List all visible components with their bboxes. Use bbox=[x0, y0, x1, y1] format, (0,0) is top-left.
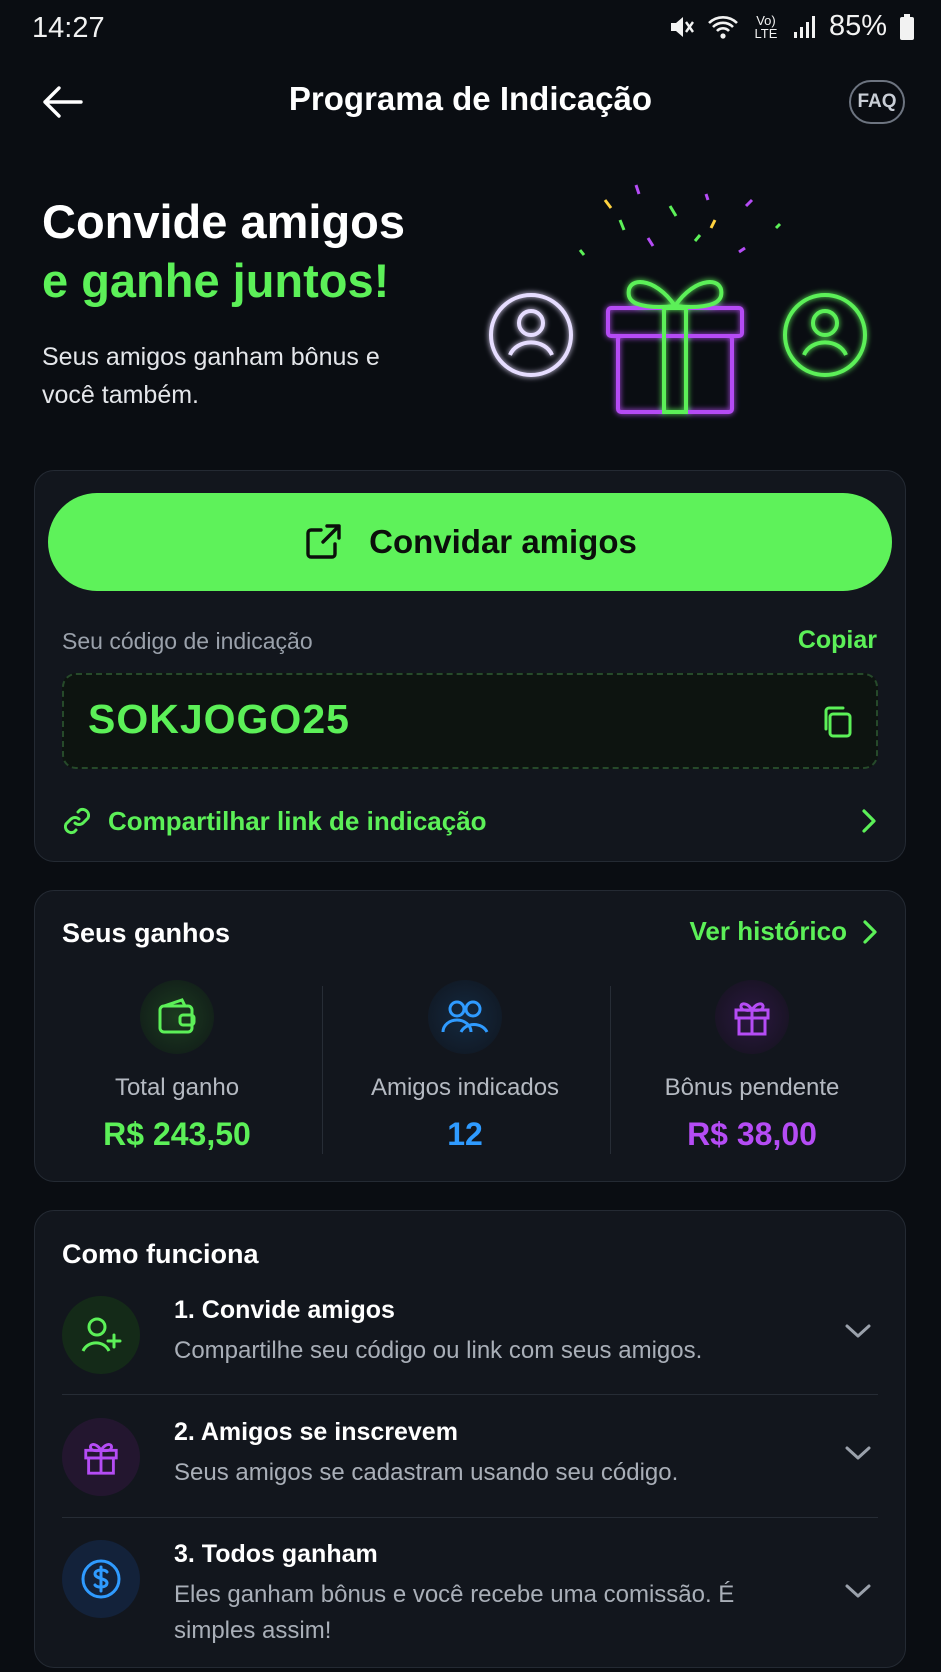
hero-title-line2: e ganhe juntos! bbox=[42, 254, 390, 307]
share-referral-link[interactable]: Compartilhar link de indicação bbox=[62, 800, 878, 842]
copy-button[interactable]: Copiar bbox=[798, 626, 877, 655]
referral-code: SOKJOGO25 bbox=[88, 696, 350, 742]
user-plus-icon bbox=[62, 1296, 140, 1374]
chevron-right-icon bbox=[862, 809, 876, 833]
gift-icon bbox=[715, 980, 789, 1054]
history-label: Ver histórico bbox=[689, 916, 848, 946]
stat-friends-referred: Amigos indicados 12 bbox=[321, 980, 609, 1160]
dollar-icon bbox=[62, 1540, 140, 1618]
hero-subtitle: Seus amigos ganham bônus e você também. bbox=[42, 343, 380, 409]
view-history-link[interactable]: Ver histórico bbox=[690, 916, 880, 947]
wifi-icon bbox=[708, 15, 738, 39]
step-1[interactable]: 1. Convide amigos Compartilhe seu código… bbox=[62, 1296, 878, 1374]
link-icon bbox=[63, 807, 91, 835]
page-title: Programa de Indicação bbox=[288, 80, 653, 117]
copy-icon[interactable] bbox=[818, 702, 858, 742]
step-description: Compartilhe seu código ou link com seus … bbox=[174, 1337, 703, 1364]
hero-title-line1: Convide amigos bbox=[42, 195, 406, 248]
step-title: 2. Amigos se inscrevem bbox=[174, 1418, 458, 1446]
battery-percent: 85% bbox=[828, 10, 887, 42]
divider bbox=[62, 1517, 878, 1518]
share-icon bbox=[306, 524, 341, 559]
step-description: Seus amigos se cadastram usando seu códi… bbox=[174, 1459, 679, 1486]
chevron-down-icon bbox=[845, 1324, 871, 1338]
users-icon bbox=[428, 980, 502, 1054]
stat-value: 12 bbox=[447, 1116, 483, 1152]
how-it-works-title: Como funciona bbox=[62, 1239, 259, 1269]
stat-label: Total ganho bbox=[114, 1074, 240, 1101]
stat-label: Bônus pendente bbox=[664, 1074, 840, 1101]
step-description: Eles ganham bônus e você recebe uma comi… bbox=[174, 1581, 735, 1644]
step-2[interactable]: 2. Amigos se inscrevem Seus amigos se ca… bbox=[62, 1418, 878, 1496]
status-time: 14:27 bbox=[32, 12, 105, 44]
gift-icon bbox=[62, 1418, 140, 1496]
chevron-down-icon bbox=[845, 1584, 871, 1598]
network-label: Vo) LTE bbox=[754, 12, 778, 41]
step-3[interactable]: 3. Todos ganham Eles ganham bônus e você… bbox=[62, 1540, 878, 1649]
wallet-icon bbox=[140, 980, 214, 1054]
stat-value: R$ 38,00 bbox=[687, 1116, 817, 1152]
stat-pending-bonus: Bônus pendente R$ 38,00 bbox=[608, 980, 896, 1160]
invite-button-label: Convidar amigos bbox=[369, 523, 637, 560]
status-icons: Vo) LTE 85% bbox=[667, 10, 915, 43]
stat-label: Amigos indicados bbox=[370, 1074, 560, 1101]
share-link-label: Compartilhar link de indicação bbox=[108, 805, 487, 836]
battery-icon bbox=[900, 13, 914, 40]
chevron-right-icon bbox=[863, 919, 877, 944]
gift-illustration bbox=[489, 184, 867, 414]
mute-icon bbox=[670, 16, 694, 37]
invite-friends-button[interactable]: Convidar amigos bbox=[48, 493, 892, 591]
referral-code-label: Seu código de indicação bbox=[62, 628, 313, 654]
chevron-down-icon bbox=[845, 1446, 871, 1460]
step-title: 1. Convide amigos bbox=[174, 1296, 395, 1324]
stat-total-earned: Total ganho R$ 243,50 bbox=[33, 980, 321, 1160]
divider bbox=[62, 1394, 878, 1395]
stat-value: R$ 243,50 bbox=[103, 1116, 251, 1152]
faq-button[interactable]: FAQ bbox=[849, 80, 905, 124]
signal-icon bbox=[793, 15, 815, 38]
step-title: 3. Todos ganham bbox=[174, 1540, 378, 1568]
earnings-title: Seus ganhos bbox=[62, 918, 231, 948]
